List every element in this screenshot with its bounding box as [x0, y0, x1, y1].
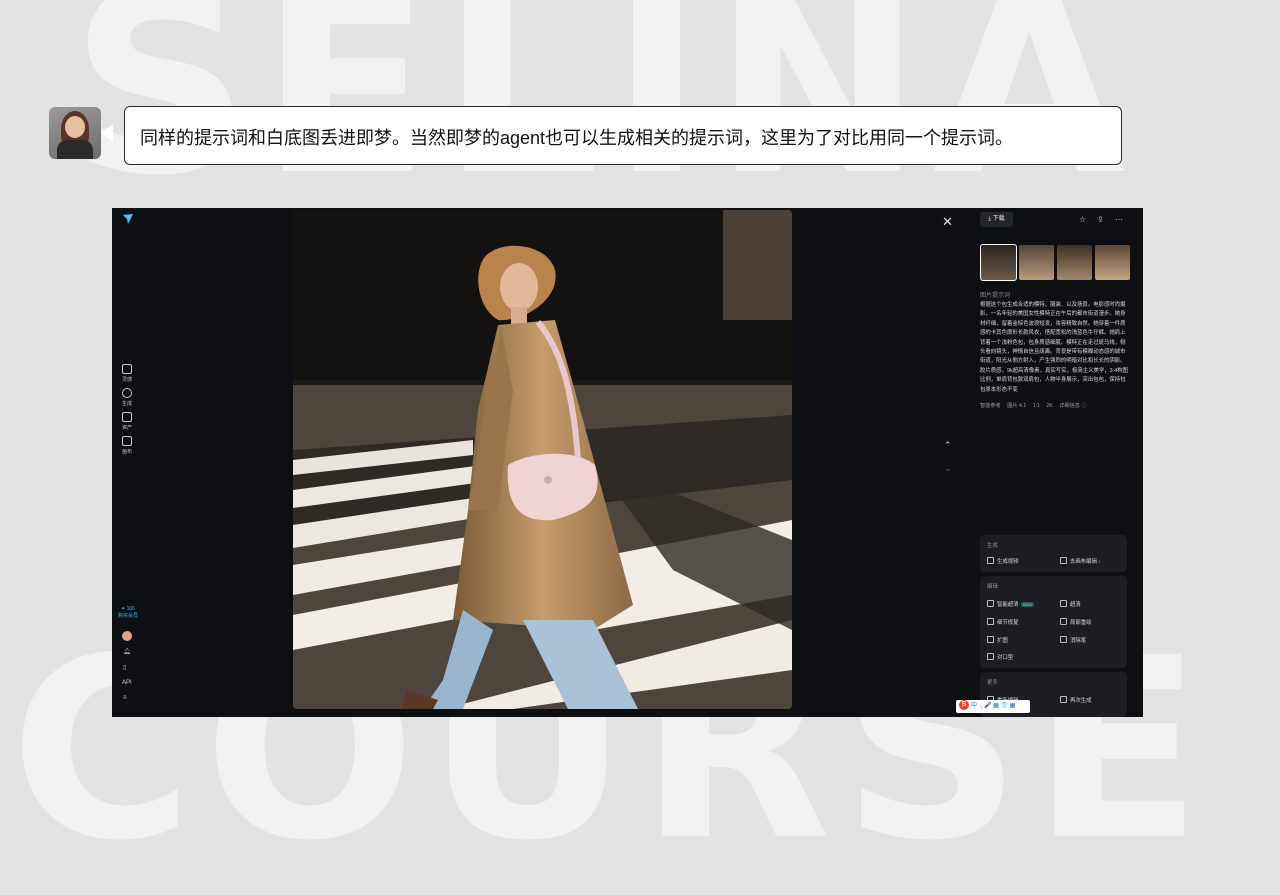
star-icon[interactable]: ☆ [1079, 215, 1086, 224]
speech-bubble-text: 同样的提示词和白底图丢进即梦。当然即梦的agent也可以生成相关的提示词，这里为… [140, 128, 1014, 148]
thumbnail-3[interactable] [1057, 245, 1092, 280]
smart-upscale-button[interactable]: 智能超清 NEW [987, 600, 1034, 608]
canvas-edit-button[interactable]: 去画布编辑 › [1060, 557, 1100, 565]
mouth-sync-button[interactable]: 对口型 [987, 653, 1013, 661]
speech-bubble-tail [101, 124, 113, 142]
nav-item-assets[interactable]: 资产 [115, 412, 139, 431]
thumbnail-2[interactable] [1019, 245, 1054, 280]
menu-icon[interactable]: ≡ [123, 695, 127, 701]
generate-video-button[interactable]: 生成视频 [987, 557, 1019, 565]
partial-redraw-button[interactable]: 局部重绘 [1060, 618, 1092, 626]
thumbnail-4[interactable] [1095, 245, 1130, 280]
credits-badge[interactable]: ✦ 106 购买会员 [116, 606, 140, 620]
background-watermark-top: SELINA [70, 0, 1136, 210]
prompt-text: 根据这个包生成合适的模特、服装、以及场景。电影感时尚摄影，一名年轻的美国女性模特… [980, 302, 1128, 393]
device-icon[interactable]: ▯ [123, 664, 126, 671]
grid-icon [1060, 557, 1067, 564]
model-version: 图片 4.1 [1007, 403, 1027, 409]
video-icon [987, 557, 994, 564]
upscale-icon [987, 600, 994, 607]
user-avatar[interactable] [122, 631, 132, 641]
expand-button[interactable]: 扩图 [987, 636, 1008, 644]
more-icon[interactable]: ··· [1115, 215, 1123, 224]
home-icon [122, 364, 132, 374]
bell-icon[interactable]: 🔔︎ [123, 648, 131, 655]
regenerate-button[interactable]: 再次生成 [1060, 696, 1092, 704]
speech-bubble: 同样的提示词和白底图丢进即梦。当然即梦的agent也可以生成相关的提示词，这里为… [124, 106, 1122, 165]
aspect-ratio: 1:1 [1032, 403, 1040, 409]
hd-icon [1060, 600, 1067, 607]
folder-icon [122, 412, 132, 422]
fix-icon [987, 618, 994, 625]
refresh-icon [1060, 696, 1067, 703]
close-icon[interactable]: ✕ [942, 214, 953, 230]
thumbnail-1[interactable] [980, 244, 1017, 281]
upscale-button[interactable]: 超清 [1060, 600, 1081, 608]
nav-item-canvas[interactable]: 画布 [115, 436, 139, 455]
nav-item-generate[interactable]: 生成 [115, 388, 139, 407]
smart-reference[interactable]: 智能参考 [980, 403, 1001, 409]
download-button[interactable]: ⤓ 下载 [980, 212, 1013, 227]
brush-icon [1060, 618, 1067, 625]
eraser-icon [1060, 636, 1067, 643]
edit-card: 编辑 智能超清 NEW 超清 细节修复 局部重绘 扩图 消除笔 对口型 [980, 576, 1127, 668]
detail-panel: ⤓ 下载 ☆ ⇪ ··· 图片提示词 根据这个包生成合适的模特、服装、以及场景。… [980, 208, 1143, 717]
generate-card: 生成 生成视频 去画布编辑 › [980, 535, 1127, 572]
generated-photo[interactable] [293, 210, 792, 709]
eraser-button[interactable]: 消除笔 [1060, 636, 1086, 644]
detail-info-link[interactable]: 详细信息 ⓘ [1059, 403, 1086, 409]
expand-icon [987, 636, 994, 643]
detail-fix-button[interactable]: 细节修复 [987, 618, 1019, 626]
api-link[interactable]: API [122, 680, 132, 686]
nav-item-inspiration[interactable]: 灵感 [115, 364, 139, 383]
ime-toolbar[interactable]: S中 ·, 🎤 ▦ 👕 ▦ [956, 700, 1030, 713]
sogou-logo-icon: S [959, 700, 969, 711]
sparkle-icon [122, 388, 132, 398]
grid-icon [122, 436, 132, 446]
chevron-up-icon[interactable]: ⌃ [944, 440, 952, 451]
chevron-down-icon[interactable]: ⌄ [944, 463, 952, 474]
app-logo-icon [123, 214, 133, 224]
resolution: 2K [1046, 403, 1053, 409]
mouth-icon [987, 653, 994, 660]
app-window: 灵感 生成 资产 画布 ✦ 106 购买会员 🔔︎ ▯ API ≡ ✕ ⌃ ⌄ … [112, 208, 1143, 717]
prompt-label: 图片提示词 [980, 293, 1011, 299]
share-icon[interactable]: ⇪ [1097, 215, 1104, 224]
image-meta: 智能参考 图片 4.1 1:1 2K 详细信息 ⓘ [980, 402, 1092, 409]
presenter-avatar [49, 107, 101, 159]
